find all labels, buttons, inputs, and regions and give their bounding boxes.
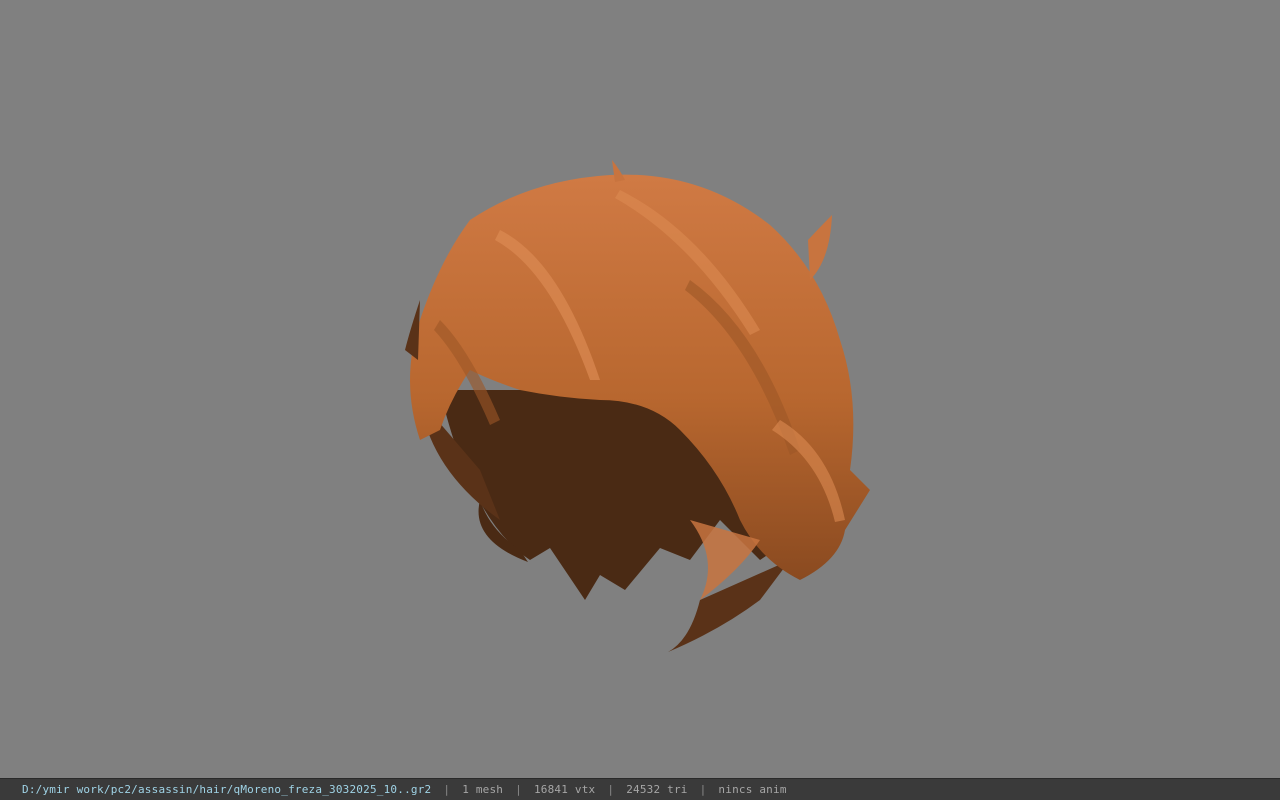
3d-viewport[interactable] — [0, 0, 1280, 778]
hair-model-render[interactable] — [0, 0, 1280, 778]
anim-status-label: nincs anim — [718, 783, 787, 796]
hair-strand — [405, 300, 420, 360]
hair-strand — [808, 215, 832, 280]
status-bar: D:/ymir work/pc2/assassin/hair/qMoreno_f… — [0, 778, 1280, 800]
status-separator: | — [515, 783, 522, 796]
status-separator: | — [607, 783, 615, 796]
triangle-count-label: 24532 tri — [626, 783, 688, 796]
mesh-count-label: 1 mesh — [462, 783, 504, 796]
status-separator: | — [443, 783, 451, 796]
file-path-label: D:/ymir work/pc2/assassin/hair/qMoreno_f… — [22, 783, 432, 796]
vertex-count-label: 16841 vtx — [533, 783, 596, 796]
status-separator: | — [699, 783, 707, 796]
